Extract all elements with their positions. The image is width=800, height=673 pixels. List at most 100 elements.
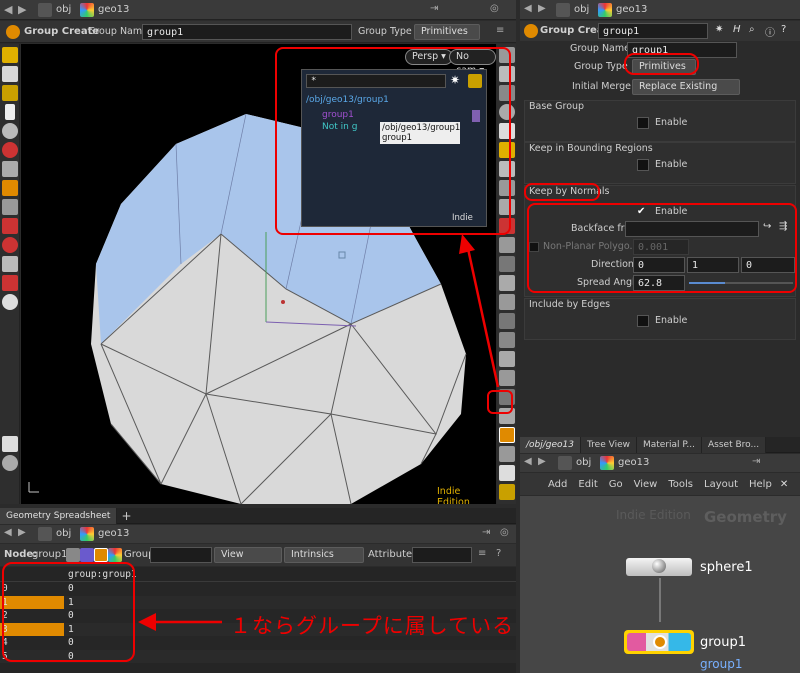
keep-bbox-label: Keep in Bounding Regions: [529, 143, 653, 154]
ss-attributes-input[interactable]: [412, 547, 472, 563]
normals-params-highlight: [527, 203, 797, 293]
net-path-obj[interactable]: obj: [576, 457, 591, 468]
annotation-text: １ならグループに属している: [230, 614, 515, 638]
net-back-icon[interactable]: ◀: [524, 456, 532, 467]
group-create-icon: [6, 25, 20, 39]
pointer-icon[interactable]: [4, 104, 15, 120]
magnet-icon[interactable]: [1, 237, 18, 253]
ss-forward-icon[interactable]: ▶: [18, 527, 26, 538]
primitives-icon[interactable]: [94, 548, 108, 562]
select-tool-icon[interactable]: [1, 47, 18, 63]
camera-icon[interactable]: [1, 294, 18, 310]
param-back-icon[interactable]: ◀: [524, 3, 532, 14]
initial-merge-select[interactable]: Replace Existing: [632, 79, 740, 95]
ss-path-obj[interactable]: obj: [56, 528, 71, 539]
menu-go[interactable]: Go: [609, 479, 623, 490]
group-type-highlight: [624, 53, 699, 75]
keep-bbox-checkbox[interactable]: [637, 159, 649, 171]
points-icon[interactable]: [66, 548, 80, 562]
ss-path-node[interactable]: geo13: [98, 528, 129, 539]
scale-icon[interactable]: [1, 161, 18, 177]
pose-icon[interactable]: [1, 199, 18, 215]
ss-back-icon[interactable]: ◀: [4, 527, 12, 538]
help-h-icon[interactable]: H: [733, 24, 741, 35]
rotate-icon[interactable]: [1, 142, 18, 158]
view-tool-icon[interactable]: [1, 256, 18, 272]
render-icon[interactable]: [1, 436, 18, 452]
menu-edit[interactable]: Edit: [578, 479, 597, 490]
group-list-toggle-icon[interactable]: [498, 427, 515, 443]
node-type-icon: [524, 24, 538, 38]
ss-geo-icon: [80, 527, 94, 541]
ss-pin-icon[interactable]: ⇥: [482, 527, 490, 538]
select-mode-icon[interactable]: [1, 66, 18, 82]
options-menu-icon[interactable]: ≡: [496, 25, 504, 36]
watermark-geometry: Geometry: [704, 508, 787, 526]
param-group-type-label: Group Type: [574, 61, 628, 72]
ss-intrinsics-select[interactable]: Intrinsics: [284, 547, 364, 563]
group-node[interactable]: [624, 630, 694, 654]
display-tool-22-icon[interactable]: [498, 446, 515, 462]
menu-help[interactable]: Help: [749, 479, 772, 490]
tab-tree-view[interactable]: Tree View: [581, 436, 637, 453]
path-node[interactable]: geo13: [98, 4, 129, 15]
network-path-bar: ◀ ▶ obj geo13 ⇥: [520, 454, 800, 472]
menu-layout[interactable]: Layout: [704, 479, 738, 490]
snap-icon[interactable]: [1, 218, 18, 234]
param-path-obj[interactable]: obj: [574, 4, 589, 15]
record-icon[interactable]: [1, 275, 18, 291]
gear-settings-icon[interactable]: ✷: [715, 24, 723, 35]
detail-icon[interactable]: [108, 548, 122, 562]
node-name-input[interactable]: group1: [598, 23, 708, 39]
info-icon[interactable]: ⓘ: [765, 24, 775, 39]
tab-geometry-spreadsheet[interactable]: Geometry Spreadsheet: [0, 507, 118, 524]
ss-group-input[interactable]: [150, 547, 212, 563]
menu-view[interactable]: View: [634, 479, 658, 490]
ss-obj-icon: [38, 527, 52, 541]
viewer-path-bar: ◀ ▶ obj geo13 ⇥ ◎: [0, 0, 516, 20]
pin-icon[interactable]: ⇥: [430, 3, 438, 14]
group-node-label: group1: [700, 635, 747, 650]
include-edges-section: Include by Edges Enable: [524, 298, 796, 340]
include-edges-checkbox[interactable]: [637, 315, 649, 327]
menu-tools[interactable]: Tools: [668, 479, 693, 490]
ss-link-icon[interactable]: ◎: [500, 527, 509, 538]
param-path-node[interactable]: geo13: [616, 4, 647, 15]
network-editor[interactable]: Indie Edition Geometry sphere1 group1 gr…: [520, 496, 800, 673]
group-name-input[interactable]: group1: [142, 24, 352, 40]
net-pin-icon[interactable]: ⇥: [752, 456, 760, 467]
search-icon[interactable]: ⌕: [749, 24, 755, 35]
param-group-name-label: Group Name: [570, 43, 630, 54]
help-icon[interactable]: ?: [781, 24, 786, 35]
path-obj[interactable]: obj: [56, 4, 71, 15]
box-select-icon[interactable]: [1, 85, 18, 101]
tab-network[interactable]: /obj/geo13: [520, 436, 581, 453]
ss-help-icon[interactable]: ?: [496, 548, 501, 559]
link-icon[interactable]: ◎: [490, 3, 499, 14]
group-type-select[interactable]: Primitives: [414, 24, 480, 40]
net-forward-icon[interactable]: ▶: [538, 456, 546, 467]
add-tab-icon[interactable]: +: [121, 509, 131, 523]
menu-add[interactable]: Add: [548, 479, 567, 490]
keep-normals-highlight: [524, 183, 600, 201]
wrench-icon[interactable]: ✕: [780, 479, 788, 490]
ss-view-select[interactable]: View: [214, 547, 282, 563]
param-path-bar: ◀ ▶ obj geo13: [520, 0, 800, 20]
base-group-checkbox[interactable]: [637, 117, 649, 129]
display-tool-23-icon[interactable]: [498, 465, 515, 481]
back-arrow-icon[interactable]: ◀: [4, 3, 12, 16]
handle-icon[interactable]: [1, 180, 18, 196]
tool-options-bar: Group Create Group Name group1 Group Typ…: [0, 21, 516, 43]
param-forward-icon[interactable]: ▶: [538, 3, 546, 14]
vertices-icon[interactable]: [80, 548, 94, 562]
include-edges-enable-label: Enable: [655, 315, 688, 326]
tab-material-palette[interactable]: Material P...: [636, 436, 703, 453]
move-icon[interactable]: [1, 123, 18, 139]
sphere-node[interactable]: [626, 558, 692, 576]
forward-arrow-icon[interactable]: ▶: [18, 3, 26, 16]
ss-menu-icon[interactable]: ≡: [478, 548, 486, 559]
net-path-node[interactable]: geo13: [618, 457, 649, 468]
display-tool-24-icon[interactable]: [498, 484, 515, 500]
display-icon[interactable]: [1, 455, 18, 471]
tab-asset-browser[interactable]: Asset Bro...: [702, 436, 767, 453]
